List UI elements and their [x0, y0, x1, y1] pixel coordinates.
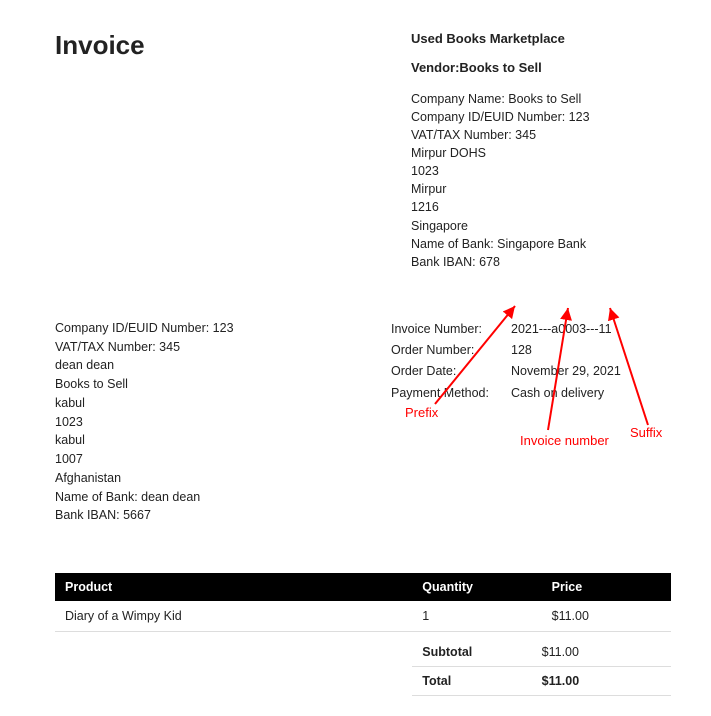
buyer-company: Books to Sell: [55, 375, 305, 394]
vendor-bank-name: Name of Bank: Singapore Bank: [411, 235, 671, 253]
cell-price: $11.00: [542, 601, 671, 632]
total-value: $11.00: [542, 674, 661, 688]
buyer-name: dean dean: [55, 356, 305, 375]
col-header-quantity: Quantity: [412, 573, 541, 601]
vendor-country: Singapore: [411, 217, 671, 235]
marketplace-name: Used Books Marketplace: [411, 30, 671, 49]
items-table: Product Quantity Price Diary of a Wimpy …: [55, 573, 671, 632]
vendor-vat: VAT/TAX Number: 345: [411, 126, 671, 144]
buyer-addr2: 1023: [55, 413, 305, 432]
page-title: Invoice: [55, 30, 145, 61]
col-header-product: Product: [55, 573, 412, 601]
totals-block: Subtotal $11.00 Total $11.00: [412, 638, 671, 696]
total-label: Total: [422, 674, 541, 688]
cell-quantity: 1: [412, 601, 541, 632]
vendor-company-name: Company Name: Books to Sell: [411, 90, 671, 108]
buyer-zip: 1007: [55, 450, 305, 469]
subtotal-label: Subtotal: [422, 645, 541, 659]
order-number-label: Order Number:: [391, 340, 511, 361]
order-date-value: November 29, 2021: [511, 361, 671, 382]
buyer-bank-iban: Bank IBAN: 5667: [55, 506, 305, 525]
buyer-vat: VAT/TAX Number: 345: [55, 338, 305, 357]
payment-method-value: Cash on delivery: [511, 383, 671, 404]
buyer-city: kabul: [55, 431, 305, 450]
vendor-company-id: Company ID/EUID Number: 123: [411, 108, 671, 126]
invoice-number-label: Invoice Number:: [391, 319, 511, 340]
cell-product: Diary of a Wimpy Kid: [55, 601, 412, 632]
vendor-city: Mirpur: [411, 180, 671, 198]
vendor-addr1: Mirpur DOHS: [411, 144, 671, 162]
buyer-addr1: kabul: [55, 394, 305, 413]
vendor-zip: 1216: [411, 198, 671, 216]
annotation-suffix: Suffix: [630, 425, 662, 440]
payment-method-label: Payment Method:: [391, 383, 511, 404]
annotation-invoice-number: Invoice number: [520, 433, 609, 449]
vendor-block: Used Books Marketplace Vendor:Books to S…: [411, 30, 671, 271]
buyer-country: Afghanistan: [55, 469, 305, 488]
buyer-block: Company ID/EUID Number: 123 VAT/TAX Numb…: [55, 319, 305, 525]
order-date-label: Order Date:: [391, 361, 511, 382]
invoice-number-value: 2021---a0003---11: [511, 319, 671, 340]
order-block: Invoice Number: 2021---a0003---11 Order …: [391, 319, 671, 525]
vendor-bank-iban: Bank IBAN: 678: [411, 253, 671, 271]
vendor-addr2: 1023: [411, 162, 671, 180]
subtotal-value: $11.00: [542, 645, 661, 659]
order-number-value: 128: [511, 340, 671, 361]
buyer-bank-name: Name of Bank: dean dean: [55, 488, 305, 507]
table-row: Diary of a Wimpy Kid 1 $11.00: [55, 601, 671, 632]
annotation-prefix: Prefix: [405, 405, 438, 420]
col-header-price: Price: [542, 573, 671, 601]
buyer-company-id: Company ID/EUID Number: 123: [55, 319, 305, 338]
vendor-label: Vendor:Books to Sell: [411, 59, 671, 78]
